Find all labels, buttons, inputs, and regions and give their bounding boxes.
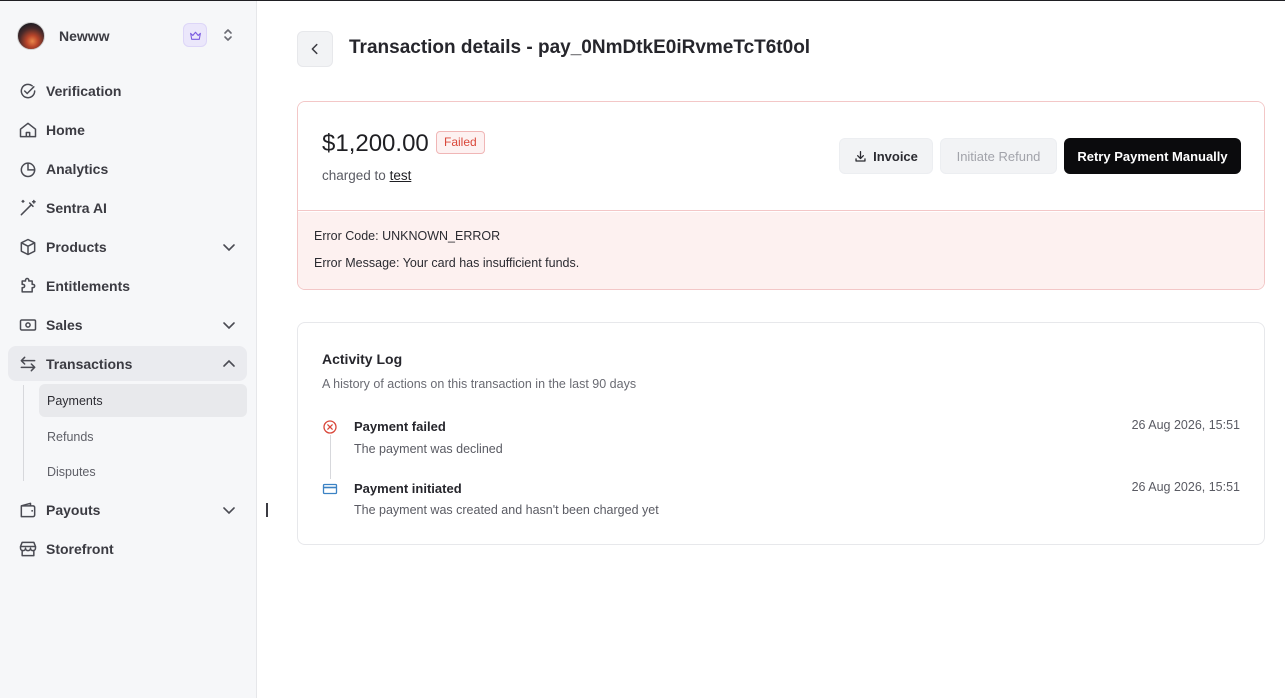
sidebar-subitem-refunds[interactable]: Refunds: [39, 420, 247, 453]
chevron-up-down-icon[interactable]: [217, 23, 239, 47]
event-description: The payment was created and hasn't been …: [354, 503, 659, 517]
sidebar-item-storefront[interactable]: Storefront: [8, 531, 247, 566]
sidebar-item-label: Analytics: [46, 160, 109, 177]
sidebar-subitem-label: Refunds: [47, 429, 94, 444]
workspace-name: Newww: [59, 28, 110, 44]
x-circle-icon: [323, 420, 337, 434]
chevron-down-icon[interactable]: [221, 317, 237, 333]
event-timestamp: 26 Aug 2026, 15:51: [1131, 418, 1240, 432]
back-button[interactable]: [297, 31, 333, 67]
sidebar-item-payouts[interactable]: Payouts: [8, 492, 247, 527]
card-icon: [322, 483, 338, 495]
sidebar-subitem-label: Payments: [47, 393, 103, 408]
status-badge: Failed: [436, 131, 485, 154]
initiate-refund-label: Initiate Refund: [956, 148, 1041, 164]
event-description: The payment was declined: [354, 442, 503, 456]
error-message: Error Message: Your card has insufficien…: [314, 256, 580, 270]
sidebar-item-label: Sentra AI: [46, 199, 107, 216]
sidebar-item-label: Payouts: [46, 501, 101, 518]
event-timestamp: 26 Aug 2026, 15:51: [1131, 480, 1240, 494]
sidebar-item-analytics[interactable]: Analytics: [8, 151, 247, 186]
event-title: Payment initiated: [354, 481, 462, 496]
sidebar-item-home[interactable]: Home: [8, 112, 247, 147]
sidebar-item-label: Home: [46, 121, 85, 138]
sidebar-subitem-label: Disputes: [47, 464, 96, 479]
amount: $1,200.00: [322, 130, 429, 157]
timeline-connector: [330, 435, 331, 479]
box-icon: [20, 238, 36, 256]
error-panel: Error Code: UNKNOWN_ERROR Error Message:…: [298, 212, 1264, 289]
chevron-down-icon[interactable]: [221, 502, 237, 518]
sidebar-subitem-disputes[interactable]: Disputes: [39, 455, 247, 488]
sidebar-item-verification[interactable]: Verification: [8, 73, 247, 108]
transfer-icon: [20, 356, 36, 372]
customer-link[interactable]: test: [390, 168, 412, 183]
sidebar-item-label: Products: [46, 238, 107, 255]
sidebar-item-products[interactable]: Products: [8, 229, 247, 264]
activity-subtitle: A history of actions on this transaction…: [322, 377, 637, 391]
puzzle-icon: [21, 277, 36, 293]
sidebar-item-label: Transactions: [46, 355, 133, 372]
sidebar-item-label: Verification: [46, 82, 122, 99]
chevron-up-icon[interactable]: [221, 356, 237, 372]
sidebar-item-transactions[interactable]: Transactions: [8, 346, 247, 381]
charged-to: charged to test: [322, 168, 411, 183]
invoice-button-label: Invoice: [873, 148, 918, 164]
cash-icon: [19, 319, 37, 331]
retry-payment-label: Retry Payment Manually: [1077, 148, 1228, 164]
sidebar-item-label: Storefront: [46, 540, 114, 557]
magic-wand-icon: [20, 199, 36, 216]
verification-icon: [20, 83, 36, 99]
transaction-summary-card: $1,200.00 Failed charged to test Invoice…: [297, 101, 1265, 290]
store-icon: [19, 541, 37, 557]
charged-prefix: charged to: [322, 168, 386, 183]
workspace-switcher[interactable]: Newww: [17, 21, 239, 51]
activity-log-card: Activity Log A history of actions on thi…: [297, 322, 1265, 545]
download-icon: [855, 150, 866, 162]
sidebar-resize-handle[interactable]: [266, 503, 268, 517]
chevron-down-icon[interactable]: [221, 239, 237, 255]
wallet-icon: [20, 502, 36, 518]
error-code: Error Code: UNKNOWN_ERROR: [314, 229, 501, 243]
initiate-refund-button[interactable]: Initiate Refund: [940, 138, 1057, 174]
submenu-guide-line: [23, 385, 24, 481]
retry-payment-button[interactable]: Retry Payment Manually: [1064, 138, 1241, 174]
sidebar: Newww Verification Home Analytics Sentra…: [0, 1, 257, 698]
chevron-left-icon: [311, 43, 318, 55]
sidebar-item-entitlements[interactable]: Entitlements: [8, 268, 247, 303]
activity-title: Activity Log: [322, 351, 403, 367]
sidebar-item-sentra-ai[interactable]: Sentra AI: [8, 190, 247, 225]
sidebar-item-label: Sales: [46, 316, 83, 333]
analytics-icon: [20, 162, 36, 178]
home-icon: [19, 122, 37, 138]
sidebar-subitem-payments[interactable]: Payments: [39, 384, 247, 417]
event-title: Payment failed: [354, 419, 446, 434]
crown-icon[interactable]: [183, 23, 207, 47]
avatar[interactable]: [17, 22, 45, 50]
sidebar-item-label: Entitlements: [46, 277, 131, 294]
summary-header: $1,200.00 Failed charged to test Invoice…: [298, 102, 1264, 211]
sidebar-item-sales[interactable]: Sales: [8, 307, 247, 342]
invoice-button[interactable]: Invoice: [839, 138, 933, 174]
page-title: Transaction details - pay_0NmDtkE0iRvmeT…: [349, 37, 811, 58]
